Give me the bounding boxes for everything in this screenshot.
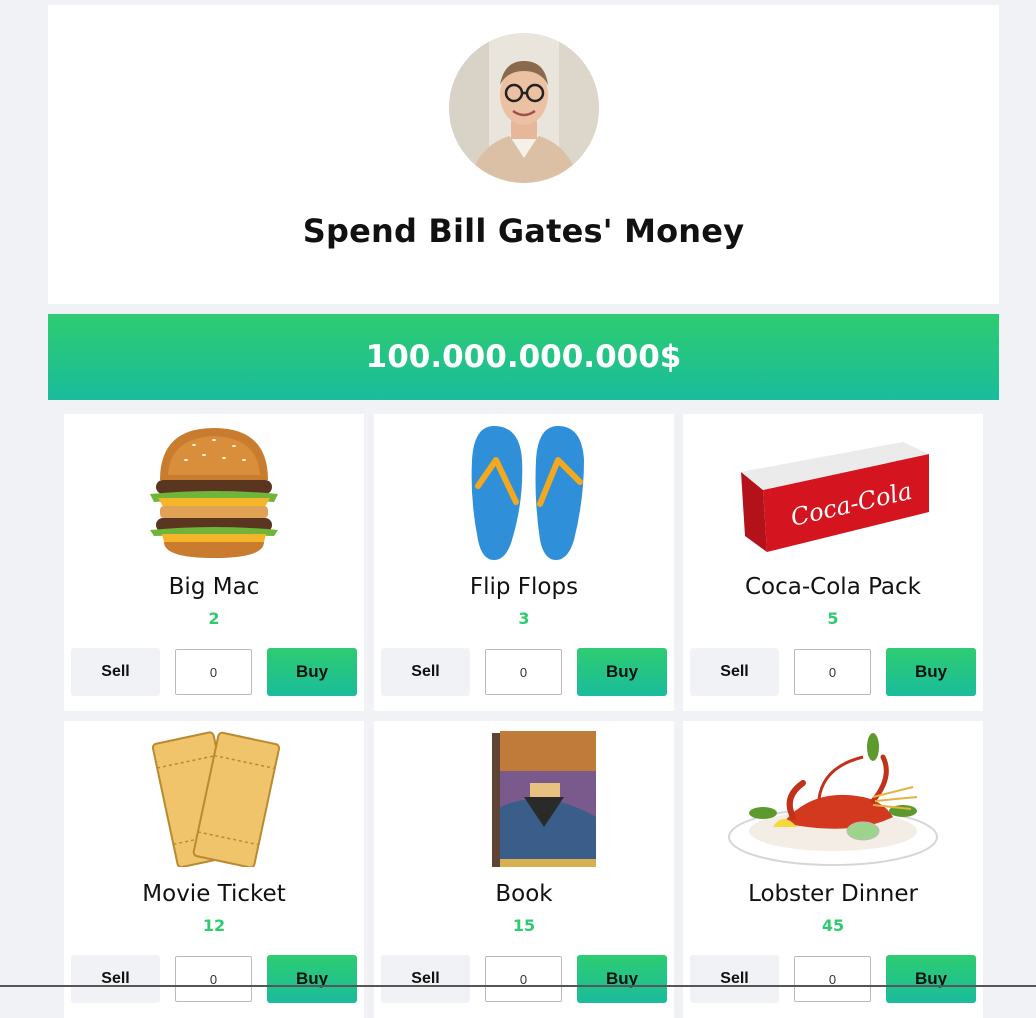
sell-button[interactable]: Sell (71, 648, 160, 696)
quantity-input[interactable] (485, 649, 562, 695)
buy-button[interactable]: Buy (577, 648, 667, 696)
quantity-input[interactable] (175, 649, 252, 695)
product-name: Flip Flops (469, 574, 579, 600)
product-price: 45 (821, 916, 845, 935)
balance-bar: 100.000.000.000$ (48, 314, 999, 400)
product-price: 2 (208, 609, 220, 628)
product-card-coca-cola-pack: Coca-Cola Coca-Cola Pack 5 Sell Buy (683, 414, 983, 711)
buy-button[interactable]: Buy (577, 955, 667, 1003)
product-controls: Sell Buy (690, 648, 976, 696)
burger-image (124, 420, 304, 560)
product-controls: Sell Buy (381, 955, 667, 1003)
product-controls: Sell Buy (690, 955, 976, 1003)
product-controls: Sell Buy (381, 648, 667, 696)
product-controls: Sell Buy (71, 648, 357, 696)
product-controls: Sell Buy (71, 955, 357, 1003)
quantity-input[interactable] (175, 956, 252, 1002)
buy-button[interactable]: Buy (886, 648, 976, 696)
product-card-flip-flops: Flip Flops 3 Sell Buy (374, 414, 674, 711)
quantity-input[interactable] (794, 649, 871, 695)
quantity-input[interactable] (485, 956, 562, 1002)
product-name: Big Mac (168, 574, 260, 600)
buy-button[interactable]: Buy (886, 955, 976, 1003)
product-card-movie-ticket: Movie Ticket 12 Sell Buy (64, 721, 364, 1018)
header-card: Spend Bill Gates' Money (48, 5, 999, 304)
buy-button[interactable]: Buy (267, 955, 357, 1003)
sell-button[interactable]: Sell (381, 955, 470, 1003)
balance-amount: 100.000.000.000$ (365, 339, 682, 375)
sell-button[interactable]: Sell (690, 955, 779, 1003)
sell-button[interactable]: Sell (71, 955, 160, 1003)
product-name: Book (495, 881, 553, 907)
quantity-input[interactable] (794, 956, 871, 1002)
product-price: 15 (512, 916, 536, 935)
page-container: Spend Bill Gates' Money 100.000.000.000$ (48, 5, 999, 400)
book-image (434, 727, 614, 879)
product-price: 5 (827, 609, 839, 628)
avatar (449, 33, 599, 183)
product-name: Coca-Cola Pack (745, 574, 921, 600)
product-name: Lobster Dinner (748, 881, 918, 907)
product-name: Movie Ticket (142, 881, 286, 907)
coca-cola-pack-image: Coca-Cola (733, 420, 933, 560)
buy-button[interactable]: Buy (267, 648, 357, 696)
sell-button[interactable]: Sell (690, 648, 779, 696)
product-price: 3 (518, 609, 530, 628)
lobster-dinner-image (723, 727, 943, 867)
product-card-book: Book 15 Sell Buy (374, 721, 674, 1018)
movie-ticket-image (124, 727, 304, 869)
product-price: 12 (202, 916, 226, 935)
page-title: Spend Bill Gates' Money (302, 212, 745, 250)
flip-flops-image (434, 420, 614, 560)
sell-button[interactable]: Sell (381, 648, 470, 696)
product-card-lobster-dinner: Lobster Dinner 45 Sell Buy (683, 721, 983, 1018)
product-card-big-mac: Big Mac 2 Sell Buy (64, 414, 364, 711)
